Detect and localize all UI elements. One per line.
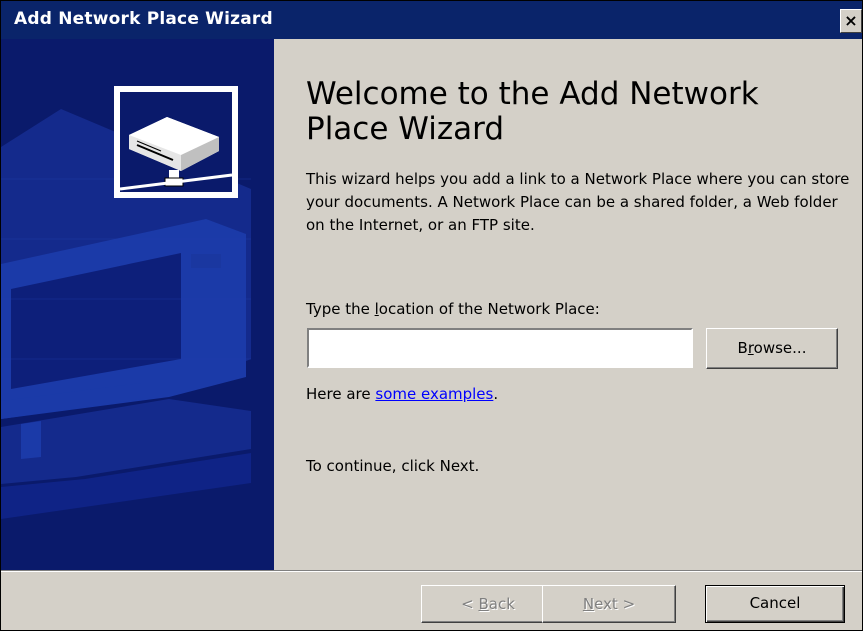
location-label-post: ocation of the Network Place:	[378, 300, 600, 318]
examples-text: Here are some examples.	[306, 385, 498, 403]
network-drive-icon	[114, 86, 238, 198]
next-button[interactable]: Next >	[542, 585, 676, 623]
title-bar: Add Network Place Wizard ×	[1, 1, 862, 39]
browse-label-pre: B	[737, 339, 748, 357]
wizard-heading: Welcome to the Add Network Place Wizard	[306, 76, 759, 147]
location-label: Type the location of the Network Place:	[306, 300, 600, 318]
close-button[interactable]: ×	[840, 9, 862, 33]
next-label-accel: N	[582, 595, 595, 613]
window-title: Add Network Place Wizard	[14, 9, 273, 29]
back-label-accel: B	[478, 595, 489, 613]
browse-button[interactable]: Browse...	[706, 328, 838, 369]
cancel-label: Cancel	[749, 594, 801, 612]
close-icon: ×	[844, 11, 858, 30]
examples-pre: Here are	[306, 385, 376, 403]
wizard-description: This wizard helps you add a link to a Ne…	[306, 170, 850, 234]
wizard-footer: < Back Next > Cancel	[1, 572, 862, 630]
examples-link[interactable]: some examples	[375, 385, 493, 403]
next-label-post: ext >	[594, 595, 636, 613]
cancel-button[interactable]: Cancel	[705, 585, 845, 623]
wizard-content: Welcome to the Add Network Place Wizard …	[274, 39, 862, 570]
continue-instruction: To continue, click Next.	[306, 457, 480, 475]
wizard-side-panel	[1, 39, 274, 570]
location-input[interactable]	[307, 328, 693, 368]
wizard-artwork	[1, 86, 251, 519]
browse-label-post: owse...	[753, 339, 807, 357]
back-button[interactable]: < Back	[421, 585, 555, 623]
back-label-post: ack	[488, 595, 515, 613]
location-label-pre: Type the	[306, 300, 375, 318]
examples-post: .	[493, 385, 499, 403]
wizard-window: Add Network Place Wizard × Welcome to th…	[0, 0, 863, 631]
back-label-pre: <	[461, 595, 479, 613]
